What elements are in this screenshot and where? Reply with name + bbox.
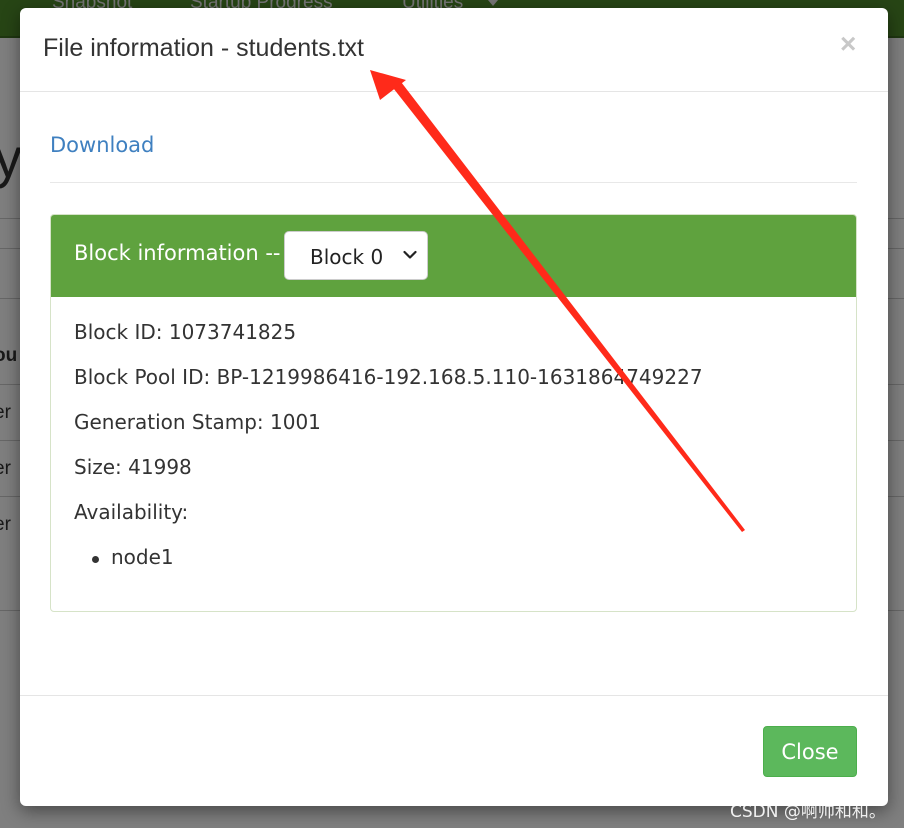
modal-title: File information - students.txt xyxy=(43,34,364,62)
modal-header: File information - students.txt × xyxy=(20,8,888,92)
block-select-value: Block 0 xyxy=(310,245,384,269)
block-pool-id: Block Pool ID: BP-1219986416-192.168.5.1… xyxy=(74,365,703,389)
chevron-down-icon xyxy=(403,250,417,259)
divider xyxy=(20,695,888,696)
availability-label: Availability: xyxy=(74,500,189,524)
watermark: CSDN @啊帅和和。 xyxy=(730,802,886,822)
block-info-panel: Block information -- Block 0 Block ID: 1… xyxy=(50,214,857,612)
list-item: node1 xyxy=(111,545,174,569)
divider xyxy=(50,182,857,183)
block-id: Block ID: 1073741825 xyxy=(74,320,297,344)
panel-title: Block information -- xyxy=(74,241,281,265)
file-info-modal: File information - students.txt × Downlo… xyxy=(20,8,888,806)
panel-heading: Block information -- Block 0 xyxy=(51,215,856,297)
download-link[interactable]: Download xyxy=(50,133,154,157)
block-size: Size: 41998 xyxy=(74,455,192,479)
generation-stamp: Generation Stamp: 1001 xyxy=(74,410,321,434)
close-icon[interactable]: × xyxy=(840,30,856,58)
bullet-icon xyxy=(92,556,99,563)
close-button[interactable]: Close xyxy=(763,726,857,777)
block-select[interactable]: Block 0 xyxy=(284,231,428,280)
